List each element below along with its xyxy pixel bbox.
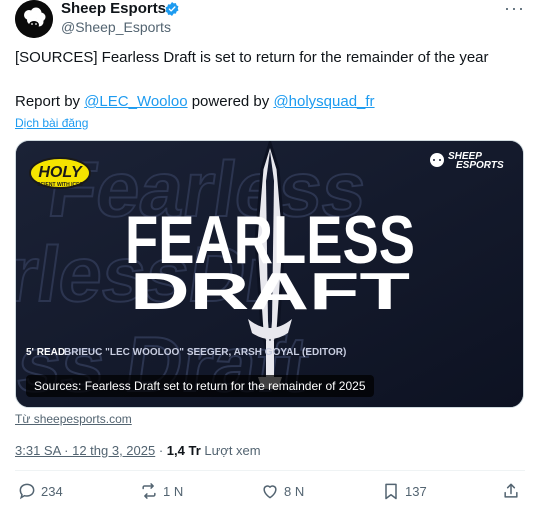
article-thumbnail: Fearless rlessDr ess Draft HOLY SCIENT W… bbox=[16, 141, 523, 407]
article-authors: BRIEUC "LEC WOOLOO" SEEGER, ARSH GOYAL (… bbox=[64, 347, 346, 358]
card-caption: Sources: Fearless Draft set to return fo… bbox=[26, 375, 374, 397]
mention-link[interactable]: @LEC_Wooloo bbox=[84, 93, 187, 110]
author-handle[interactable]: @Sheep_Esports bbox=[61, 19, 171, 35]
reply-count: 234 bbox=[41, 483, 63, 499]
reply-button[interactable]: 234 bbox=[17, 481, 63, 501]
views-label: Lượt xem bbox=[200, 443, 261, 458]
mention-link[interactable]: @holysquad_fr bbox=[273, 93, 374, 110]
verified-badge-icon bbox=[165, 2, 179, 16]
svg-text:ESPORTS: ESPORTS bbox=[456, 160, 504, 171]
repost-count: 1 N bbox=[163, 483, 184, 499]
bookmark-icon bbox=[385, 483, 397, 500]
tweet-meta: 3:31 SA · 12 thg 3, 2025 · 1,4 Tr Lượt x… bbox=[15, 443, 261, 458]
translate-post-link[interactable]: Dịch bài đăng bbox=[15, 116, 88, 130]
tweet-header: Sheep Esports @Sheep_Esports ··· bbox=[15, 0, 525, 40]
avatar[interactable] bbox=[15, 0, 53, 38]
card-domain-link[interactable]: Từ sheepesports.com bbox=[15, 412, 132, 426]
tweet-text: [SOURCES] Fearless Draft is set to retur… bbox=[15, 49, 489, 66]
sheep-logo-icon bbox=[15, 0, 53, 38]
read-time: 5' READ bbox=[26, 347, 65, 358]
bookmark-count: 137 bbox=[405, 483, 427, 499]
divider bbox=[15, 470, 525, 471]
meta-separator: · bbox=[155, 443, 167, 458]
holy-logo-icon: HOLY SCIENT WITH ICES bbox=[29, 157, 91, 189]
link-card[interactable]: Fearless rlessDr ess Draft HOLY SCIENT W… bbox=[15, 140, 524, 408]
author-name[interactable]: Sheep Esports bbox=[61, 0, 166, 17]
card-headline-bottom: DRAFT bbox=[130, 263, 410, 321]
credits-prefix: Report by bbox=[15, 93, 85, 110]
tweet-text-credits: Report by @LEC_Wooloo powered by @holysq… bbox=[15, 92, 375, 112]
views-count: 1,4 Tr bbox=[166, 443, 201, 458]
like-count: 8 N bbox=[284, 483, 305, 499]
share-icon bbox=[504, 483, 518, 498]
more-options-icon[interactable]: ··· bbox=[504, 0, 525, 19]
repost-button[interactable]: 1 N bbox=[139, 481, 183, 501]
heart-icon bbox=[263, 485, 277, 499]
timestamp-link[interactable]: 3:31 SA · 12 thg 3, 2025 bbox=[15, 443, 155, 458]
reply-icon bbox=[19, 483, 35, 500]
like-button[interactable]: 8 N bbox=[260, 481, 304, 501]
credits-middle: powered by bbox=[187, 93, 274, 110]
svg-text:HOLY: HOLY bbox=[38, 164, 83, 181]
svg-text:SCIENT WITH ICES: SCIENT WITH ICES bbox=[37, 182, 83, 188]
action-bar: 234 1 N 8 N 137 bbox=[15, 481, 525, 509]
bookmark-button[interactable]: 137 bbox=[381, 481, 427, 501]
share-button[interactable] bbox=[501, 481, 521, 501]
repost-icon bbox=[142, 483, 156, 499]
